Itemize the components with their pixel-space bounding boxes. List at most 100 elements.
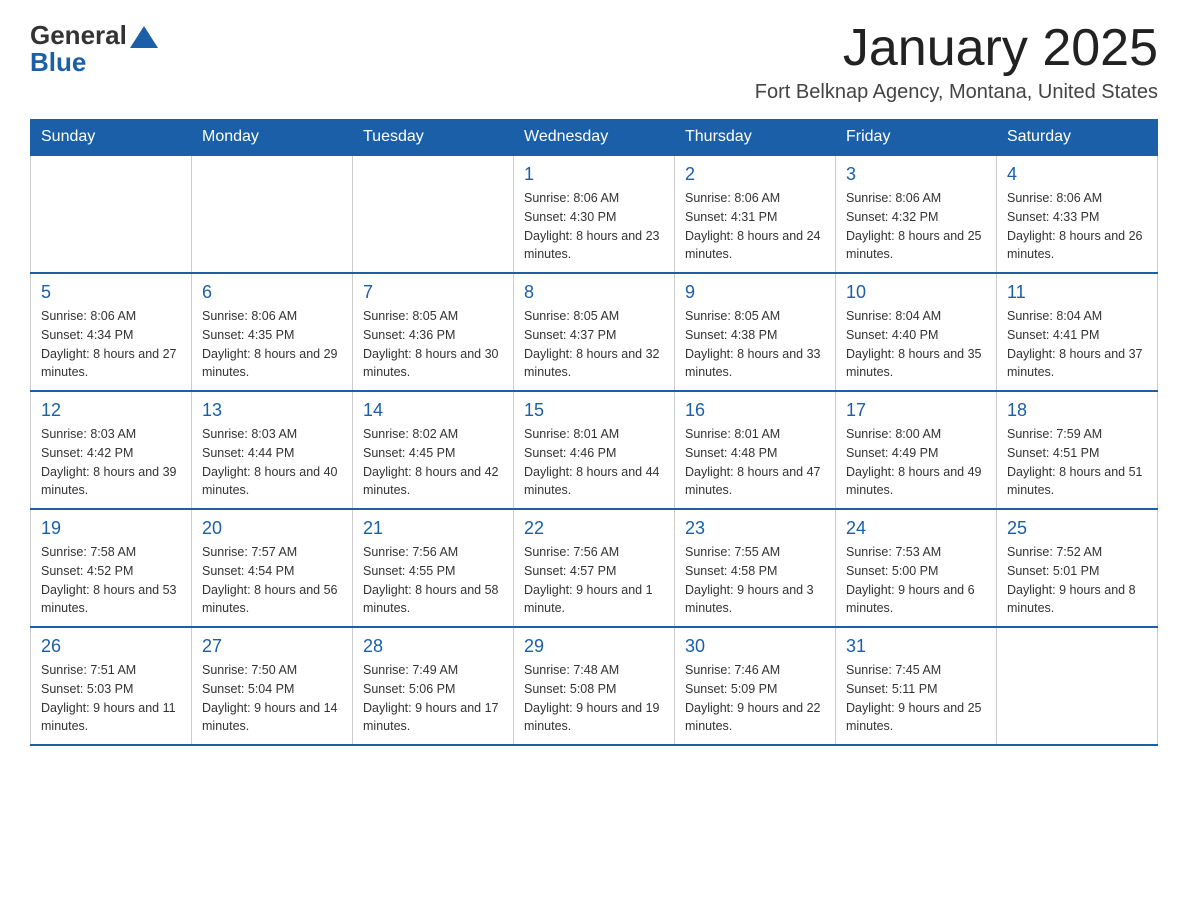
day-number: 24 <box>846 518 986 539</box>
calendar-cell-week5-day5: 30 Sunrise: 7:46 AMSunset: 5:09 PMDayligh… <box>675 627 836 745</box>
calendar-cell-week2-day6: 10 Sunrise: 8:04 AMSunset: 4:40 PMDayligh… <box>836 273 997 391</box>
calendar-cell-week3-day7: 18 Sunrise: 7:59 AMSunset: 4:51 PMDayligh… <box>997 391 1158 509</box>
day-number: 28 <box>363 636 503 657</box>
day-number: 1 <box>524 164 664 185</box>
day-info: Sunrise: 7:56 AMSunset: 4:57 PMDaylight:… <box>524 543 664 618</box>
day-info: Sunrise: 7:55 AMSunset: 4:58 PMDaylight:… <box>685 543 825 618</box>
calendar-week-2: 5 Sunrise: 8:06 AMSunset: 4:34 PMDaylight… <box>31 273 1158 391</box>
day-number: 27 <box>202 636 342 657</box>
day-number: 26 <box>41 636 181 657</box>
weekday-header-tuesday: Tuesday <box>353 120 514 156</box>
weekday-header-monday: Monday <box>192 120 353 156</box>
day-info: Sunrise: 7:48 AMSunset: 5:08 PMDaylight:… <box>524 661 664 736</box>
day-number: 11 <box>1007 282 1147 303</box>
day-info: Sunrise: 7:46 AMSunset: 5:09 PMDaylight:… <box>685 661 825 736</box>
weekday-header-saturday: Saturday <box>997 120 1158 156</box>
day-info: Sunrise: 8:01 AMSunset: 4:48 PMDaylight:… <box>685 425 825 500</box>
calendar-cell-week2-day2: 6 Sunrise: 8:06 AMSunset: 4:35 PMDaylight… <box>192 273 353 391</box>
calendar-cell-week1-day1 <box>31 155 192 273</box>
calendar-cell-week5-day1: 26 Sunrise: 7:51 AMSunset: 5:03 PMDayligh… <box>31 627 192 745</box>
calendar-cell-week4-day1: 19Sunrise: 7:58 AMSunset: 4:52 PMDayligh… <box>31 509 192 627</box>
calendar-cell-week2-day7: 11 Sunrise: 8:04 AMSunset: 4:41 PMDayligh… <box>997 273 1158 391</box>
day-number: 7 <box>363 282 503 303</box>
day-number: 10 <box>846 282 986 303</box>
calendar-week-1: 1 Sunrise: 8:06 AMSunset: 4:30 PMDaylight… <box>31 155 1158 273</box>
day-info: Sunrise: 7:57 AMSunset: 4:54 PMDaylight:… <box>202 543 342 618</box>
calendar-cell-week4-day6: 24 Sunrise: 7:53 AMSunset: 5:00 PMDayligh… <box>836 509 997 627</box>
main-title: January 2025 <box>755 20 1158 77</box>
calendar-cell-week2-day1: 5 Sunrise: 8:06 AMSunset: 4:34 PMDaylight… <box>31 273 192 391</box>
day-number: 9 <box>685 282 825 303</box>
calendar-cell-week3-day4: 15 Sunrise: 8:01 AMSunset: 4:46 PMDayligh… <box>514 391 675 509</box>
calendar-cell-week3-day1: 12 Sunrise: 8:03 AMSunset: 4:42 PMDayligh… <box>31 391 192 509</box>
weekday-header-friday: Friday <box>836 120 997 156</box>
weekday-header-sunday: Sunday <box>31 120 192 156</box>
day-info: Sunrise: 7:53 AMSunset: 5:00 PMDaylight:… <box>846 543 986 618</box>
day-info: Sunrise: 8:04 AMSunset: 4:41 PMDaylight:… <box>1007 307 1147 382</box>
day-number: 12 <box>41 400 181 421</box>
day-info: Sunrise: 7:49 AMSunset: 5:06 PMDaylight:… <box>363 661 503 736</box>
day-number: 30 <box>685 636 825 657</box>
day-info: Sunrise: 7:58 AMSunset: 4:52 PMDaylight:… <box>41 543 181 618</box>
calendar-cell-week3-day2: 13 Sunrise: 8:03 AMSunset: 4:44 PMDayligh… <box>192 391 353 509</box>
day-info: Sunrise: 8:06 AMSunset: 4:35 PMDaylight:… <box>202 307 342 382</box>
day-info: Sunrise: 8:03 AMSunset: 4:42 PMDaylight:… <box>41 425 181 500</box>
calendar-cell-week1-day2 <box>192 155 353 273</box>
day-info: Sunrise: 8:06 AMSunset: 4:30 PMDaylight:… <box>524 189 664 264</box>
calendar-cell-week1-day3 <box>353 155 514 273</box>
day-number: 22 <box>524 518 664 539</box>
day-number: 25 <box>1007 518 1147 539</box>
day-info: Sunrise: 8:06 AMSunset: 4:34 PMDaylight:… <box>41 307 181 382</box>
subtitle: Fort Belknap Agency, Montana, United Sta… <box>755 81 1158 104</box>
calendar-cell-week2-day3: 7 Sunrise: 8:05 AMSunset: 4:36 PMDaylight… <box>353 273 514 391</box>
calendar-cell-week1-day6: 3Sunrise: 8:06 AMSunset: 4:32 PMDaylight… <box>836 155 997 273</box>
day-info: Sunrise: 7:52 AMSunset: 5:01 PMDaylight:… <box>1007 543 1147 618</box>
calendar-cell-week1-day7: 4Sunrise: 8:06 AMSunset: 4:33 PMDaylight… <box>997 155 1158 273</box>
calendar-cell-week5-day7 <box>997 627 1158 745</box>
calendar-cell-week5-day6: 31Sunrise: 7:45 AMSunset: 5:11 PMDayligh… <box>836 627 997 745</box>
calendar-table: SundayMondayTuesdayWednesdayThursdayFrid… <box>30 119 1158 746</box>
day-number: 8 <box>524 282 664 303</box>
calendar-cell-week3-day6: 17Sunrise: 8:00 AMSunset: 4:49 PMDayligh… <box>836 391 997 509</box>
day-info: Sunrise: 8:05 AMSunset: 4:38 PMDaylight:… <box>685 307 825 382</box>
weekday-header-thursday: Thursday <box>675 120 836 156</box>
calendar-cell-week4-day7: 25 Sunrise: 7:52 AMSunset: 5:01 PMDayligh… <box>997 509 1158 627</box>
day-number: 14 <box>363 400 503 421</box>
day-number: 16 <box>685 400 825 421</box>
day-info: Sunrise: 8:03 AMSunset: 4:44 PMDaylight:… <box>202 425 342 500</box>
day-number: 13 <box>202 400 342 421</box>
day-info: Sunrise: 8:01 AMSunset: 4:46 PMDaylight:… <box>524 425 664 500</box>
day-info: Sunrise: 8:05 AMSunset: 4:36 PMDaylight:… <box>363 307 503 382</box>
day-number: 15 <box>524 400 664 421</box>
calendar-week-5: 26 Sunrise: 7:51 AMSunset: 5:03 PMDayligh… <box>31 627 1158 745</box>
calendar-cell-week5-day4: 29 Sunrise: 7:48 AMSunset: 5:08 PMDayligh… <box>514 627 675 745</box>
logo-blue-text: Blue <box>30 47 86 78</box>
calendar-cell-week3-day5: 16 Sunrise: 8:01 AMSunset: 4:48 PMDayligh… <box>675 391 836 509</box>
day-number: 18 <box>1007 400 1147 421</box>
day-number: 2 <box>685 164 825 185</box>
title-section: January 2025 Fort Belknap Agency, Montan… <box>755 20 1158 104</box>
day-info: Sunrise: 7:59 AMSunset: 4:51 PMDaylight:… <box>1007 425 1147 500</box>
day-info: Sunrise: 8:05 AMSunset: 4:37 PMDaylight:… <box>524 307 664 382</box>
day-info: Sunrise: 8:06 AMSunset: 4:32 PMDaylight:… <box>846 189 986 264</box>
day-number: 17 <box>846 400 986 421</box>
weekday-header-wednesday: Wednesday <box>514 120 675 156</box>
calendar-cell-week2-day5: 9 Sunrise: 8:05 AMSunset: 4:38 PMDaylight… <box>675 273 836 391</box>
day-number: 23 <box>685 518 825 539</box>
day-number: 29 <box>524 636 664 657</box>
day-info: Sunrise: 7:51 AMSunset: 5:03 PMDaylight:… <box>41 661 181 736</box>
day-info: Sunrise: 8:04 AMSunset: 4:40 PMDaylight:… <box>846 307 986 382</box>
logo[interactable]: General Blue <box>30 20 158 78</box>
day-info: Sunrise: 7:56 AMSunset: 4:55 PMDaylight:… <box>363 543 503 618</box>
day-number: 5 <box>41 282 181 303</box>
calendar-cell-week4-day5: 23 Sunrise: 7:55 AMSunset: 4:58 PMDayligh… <box>675 509 836 627</box>
page-header: General Blue January 2025 Fort Belknap A… <box>30 20 1158 104</box>
day-number: 6 <box>202 282 342 303</box>
day-info: Sunrise: 7:50 AMSunset: 5:04 PMDaylight:… <box>202 661 342 736</box>
calendar-cell-week5-day3: 28 Sunrise: 7:49 AMSunset: 5:06 PMDayligh… <box>353 627 514 745</box>
calendar-week-3: 12 Sunrise: 8:03 AMSunset: 4:42 PMDayligh… <box>31 391 1158 509</box>
calendar-cell-week3-day3: 14Sunrise: 8:02 AMSunset: 4:45 PMDayligh… <box>353 391 514 509</box>
day-info: Sunrise: 8:06 AMSunset: 4:33 PMDaylight:… <box>1007 189 1147 264</box>
calendar-cell-week4-day4: 22 Sunrise: 7:56 AMSunset: 4:57 PMDayligh… <box>514 509 675 627</box>
day-info: Sunrise: 8:06 AMSunset: 4:31 PMDaylight:… <box>685 189 825 264</box>
